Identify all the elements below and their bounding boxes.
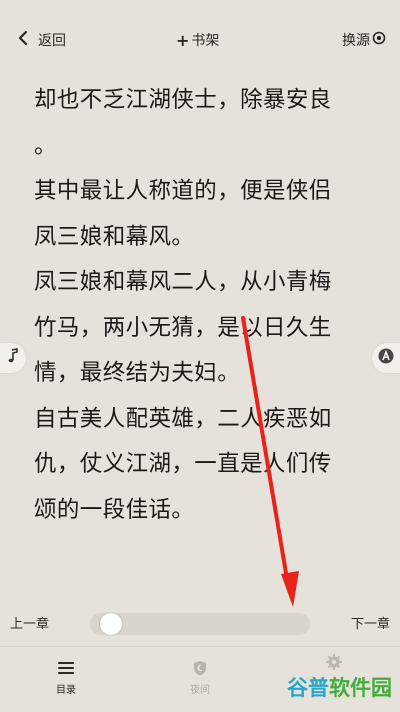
- prev-chapter-button[interactable]: 上一章: [10, 613, 49, 632]
- tab-night-mode[interactable]: 夜间: [170, 659, 230, 696]
- auto-scroll-button[interactable]: [372, 343, 400, 373]
- back-label: 返回: [38, 33, 66, 49]
- menu-lines-icon: [36, 659, 96, 677]
- text-line: 凤三娘和幕风。: [34, 223, 195, 250]
- reading-content[interactable]: 却也不乏江湖侠士，除暴安良。其中最让人称道的，便是侠侣 凤三娘和幕风。凤三娘和幕风…: [34, 78, 374, 533]
- text-line: 。: [34, 132, 57, 159]
- tab-toc[interactable]: 目录: [36, 659, 96, 696]
- progress-slider-thumb[interactable]: [99, 613, 122, 635]
- chapter-progress-slider[interactable]: [90, 613, 310, 635]
- target-circle-icon: [370, 31, 386, 49]
- tab-settings[interactable]: [304, 653, 364, 671]
- text-line: 凤三娘和幕风二人，从小青梅: [34, 269, 332, 295]
- switch-source-button[interactable]: 换源: [342, 26, 386, 54]
- chevron-left-icon: [16, 30, 30, 50]
- tab-night-label: 夜间: [190, 685, 210, 696]
- next-chapter-button[interactable]: 下一章: [351, 613, 390, 632]
- text-line: 却也不乏江湖侠士，除暴安良: [34, 87, 332, 113]
- audio-read-button[interactable]: [0, 343, 26, 373]
- plus-icon: +: [176, 30, 190, 50]
- music-note-icon: [5, 348, 21, 368]
- watermark-logo: 谷普软件园: [287, 676, 392, 700]
- top-bar: 返回 + 书架 换源: [0, 0, 400, 80]
- text-line: 竹马，两小无猜，是以日久生: [34, 314, 332, 341]
- text-line: 仇，仗义江湖，一直是人们传: [34, 451, 332, 477]
- back-button[interactable]: 返回: [16, 26, 66, 54]
- gear-icon: [304, 653, 364, 671]
- text-line: 自古美人配英雄，二人疾恶如: [34, 405, 332, 432]
- letter-a-circle-icon: [378, 348, 394, 368]
- add-to-bookshelf-button[interactable]: + 书架: [176, 26, 219, 54]
- text-line: 颂的一段佳话。: [34, 496, 195, 523]
- add-shelf-label: 书架: [191, 33, 220, 49]
- text-line: 其中最让人称道的，便是侠侣: [34, 178, 332, 204]
- switch-source-label: 换源: [342, 33, 370, 49]
- chapter-progress-row: 上一章 下一章: [0, 605, 400, 639]
- moon-shield-icon: [170, 659, 230, 677]
- text-line: 情，最终结为夫妇。: [34, 360, 241, 386]
- tab-toc-label: 目录: [56, 685, 76, 696]
